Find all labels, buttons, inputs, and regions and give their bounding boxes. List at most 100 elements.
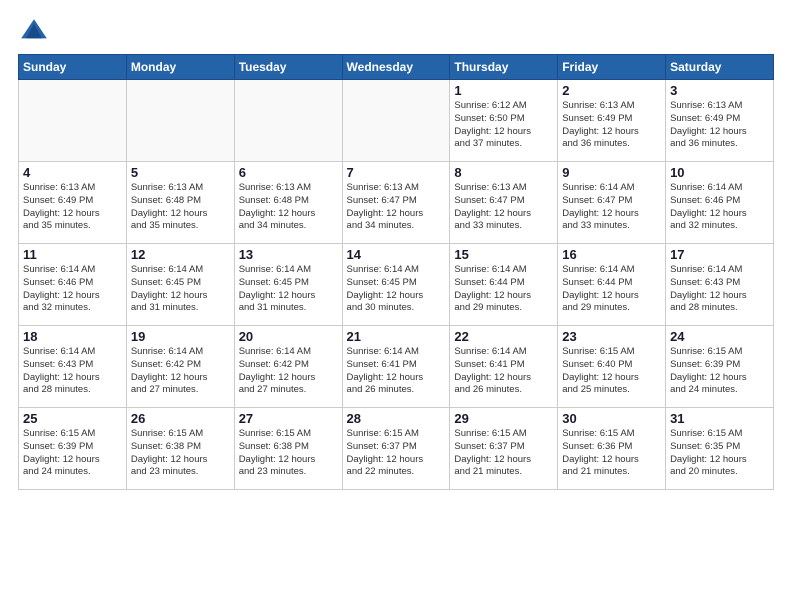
day-number: 10 (670, 165, 769, 180)
weekday-header-monday: Monday (126, 55, 234, 80)
day-number: 13 (239, 247, 338, 262)
week-row-3: 11 Sunrise: 6:14 AM Sunset: 6:46 PM Dayli… (19, 244, 774, 326)
day-info: Sunrise: 6:15 AM Sunset: 6:37 PM Dayligh… (347, 428, 446, 479)
day-info: Sunrise: 6:15 AM Sunset: 6:35 PM Dayligh… (670, 428, 769, 479)
calendar-cell: 3 Sunrise: 6:13 AM Sunset: 6:49 PM Daylig… (666, 80, 774, 162)
day-number: 2 (562, 83, 661, 98)
day-number: 22 (454, 329, 553, 344)
calendar-cell: 20Sunrise: 6:14 AM Sunset: 6:42 PM Dayli… (234, 326, 342, 408)
calendar-cell: 23 Sunrise: 6:15 AM Sunset: 6:40 PM Dayli… (558, 326, 666, 408)
calendar-cell: 27 Sunrise: 6:15 AM Sunset: 6:38 PM Dayli… (234, 408, 342, 490)
weekday-header-friday: Friday (558, 55, 666, 80)
calendar-cell: 4Sunrise: 6:13 AM Sunset: 6:49 PM Daylig… (19, 162, 127, 244)
day-number: 29 (454, 411, 553, 426)
weekday-header-row: SundayMondayTuesdayWednesdayThursdayFrid… (19, 55, 774, 80)
calendar-cell: 8 Sunrise: 6:13 AM Sunset: 6:47 PM Daylig… (450, 162, 558, 244)
day-info: Sunrise: 6:14 AM Sunset: 6:44 PM Dayligh… (454, 264, 553, 315)
calendar-cell: 6 Sunrise: 6:13 AM Sunset: 6:48 PM Daylig… (234, 162, 342, 244)
day-number: 19 (131, 329, 230, 344)
calendar-cell: 30 Sunrise: 6:15 AM Sunset: 6:36 PM Dayli… (558, 408, 666, 490)
day-number: 21 (347, 329, 446, 344)
calendar-cell (19, 80, 127, 162)
day-number: 15 (454, 247, 553, 262)
calendar-cell: 5 Sunrise: 6:13 AM Sunset: 6:48 PM Daylig… (126, 162, 234, 244)
header (18, 16, 774, 48)
day-number: 9 (562, 165, 661, 180)
calendar-cell (234, 80, 342, 162)
calendar-cell: 18 Sunrise: 6:14 AM Sunset: 6:43 PM Dayli… (19, 326, 127, 408)
day-info: Sunrise: 6:14 AM Sunset: 6:46 PM Dayligh… (670, 182, 769, 233)
day-info: Sunrise: 6:13 AM Sunset: 6:49 PM Dayligh… (670, 100, 769, 151)
calendar-cell: 21 Sunrise: 6:14 AM Sunset: 6:41 PM Dayli… (342, 326, 450, 408)
day-info: Sunrise: 6:15 AM Sunset: 6:39 PM Dayligh… (23, 428, 122, 479)
calendar-cell: 17 Sunrise: 6:14 AM Sunset: 6:43 PM Dayli… (666, 244, 774, 326)
week-row-1: 1Sunrise: 6:12 AM Sunset: 6:50 PM Daylig… (19, 80, 774, 162)
day-info: Sunrise: 6:13 AM Sunset: 6:48 PM Dayligh… (239, 182, 338, 233)
calendar-cell: 28 Sunrise: 6:15 AM Sunset: 6:37 PM Dayli… (342, 408, 450, 490)
logo-area (18, 16, 54, 48)
calendar-cell: 29 Sunrise: 6:15 AM Sunset: 6:37 PM Dayli… (450, 408, 558, 490)
day-info: Sunrise: 6:12 AM Sunset: 6:50 PM Dayligh… (454, 100, 553, 151)
day-info: Sunrise: 6:14 AM Sunset: 6:47 PM Dayligh… (562, 182, 661, 233)
day-info: Sunrise: 6:14 AM Sunset: 6:43 PM Dayligh… (670, 264, 769, 315)
calendar-cell: 16Sunrise: 6:14 AM Sunset: 6:44 PM Dayli… (558, 244, 666, 326)
calendar-cell: 25 Sunrise: 6:15 AM Sunset: 6:39 PM Dayli… (19, 408, 127, 490)
day-info: Sunrise: 6:15 AM Sunset: 6:38 PM Dayligh… (239, 428, 338, 479)
week-row-5: 25 Sunrise: 6:15 AM Sunset: 6:39 PM Dayli… (19, 408, 774, 490)
calendar-cell: 22 Sunrise: 6:14 AM Sunset: 6:41 PM Dayli… (450, 326, 558, 408)
day-number: 18 (23, 329, 122, 344)
calendar-cell: 31 Sunrise: 6:15 AM Sunset: 6:35 PM Dayli… (666, 408, 774, 490)
day-number: 16 (562, 247, 661, 262)
day-number: 23 (562, 329, 661, 344)
day-number: 26 (131, 411, 230, 426)
weekday-header-wednesday: Wednesday (342, 55, 450, 80)
day-number: 31 (670, 411, 769, 426)
page: SundayMondayTuesdayWednesdayThursdayFrid… (0, 0, 792, 502)
day-info: Sunrise: 6:15 AM Sunset: 6:36 PM Dayligh… (562, 428, 661, 479)
day-info: Sunrise: 6:13 AM Sunset: 6:47 PM Dayligh… (454, 182, 553, 233)
day-info: Sunrise: 6:13 AM Sunset: 6:49 PM Dayligh… (562, 100, 661, 151)
day-number: 6 (239, 165, 338, 180)
day-number: 8 (454, 165, 553, 180)
day-info: Sunrise: 6:14 AM Sunset: 6:41 PM Dayligh… (454, 346, 553, 397)
day-number: 24 (670, 329, 769, 344)
logo-icon (18, 16, 50, 48)
day-info: Sunrise: 6:14 AM Sunset: 6:43 PM Dayligh… (23, 346, 122, 397)
calendar-cell: 2 Sunrise: 6:13 AM Sunset: 6:49 PM Daylig… (558, 80, 666, 162)
day-info: Sunrise: 6:15 AM Sunset: 6:40 PM Dayligh… (562, 346, 661, 397)
week-row-2: 4Sunrise: 6:13 AM Sunset: 6:49 PM Daylig… (19, 162, 774, 244)
day-info: Sunrise: 6:13 AM Sunset: 6:49 PM Dayligh… (23, 182, 122, 233)
day-info: Sunrise: 6:15 AM Sunset: 6:37 PM Dayligh… (454, 428, 553, 479)
calendar-table: SundayMondayTuesdayWednesdayThursdayFrid… (18, 54, 774, 490)
calendar-cell: 19 Sunrise: 6:14 AM Sunset: 6:42 PM Dayli… (126, 326, 234, 408)
day-info: Sunrise: 6:14 AM Sunset: 6:46 PM Dayligh… (23, 264, 122, 315)
day-number: 11 (23, 247, 122, 262)
day-number: 25 (23, 411, 122, 426)
day-info: Sunrise: 6:13 AM Sunset: 6:48 PM Dayligh… (131, 182, 230, 233)
day-number: 27 (239, 411, 338, 426)
calendar-cell: 7Sunrise: 6:13 AM Sunset: 6:47 PM Daylig… (342, 162, 450, 244)
day-info: Sunrise: 6:14 AM Sunset: 6:42 PM Dayligh… (131, 346, 230, 397)
calendar-cell (342, 80, 450, 162)
day-info: Sunrise: 6:14 AM Sunset: 6:45 PM Dayligh… (347, 264, 446, 315)
week-row-4: 18 Sunrise: 6:14 AM Sunset: 6:43 PM Dayli… (19, 326, 774, 408)
day-info: Sunrise: 6:13 AM Sunset: 6:47 PM Dayligh… (347, 182, 446, 233)
day-number: 3 (670, 83, 769, 98)
day-info: Sunrise: 6:14 AM Sunset: 6:41 PM Dayligh… (347, 346, 446, 397)
day-number: 5 (131, 165, 230, 180)
day-number: 17 (670, 247, 769, 262)
weekday-header-saturday: Saturday (666, 55, 774, 80)
weekday-header-tuesday: Tuesday (234, 55, 342, 80)
day-number: 28 (347, 411, 446, 426)
calendar-cell (126, 80, 234, 162)
calendar-cell: 13 Sunrise: 6:14 AM Sunset: 6:45 PM Dayli… (234, 244, 342, 326)
day-number: 14 (347, 247, 446, 262)
calendar-cell: 11 Sunrise: 6:14 AM Sunset: 6:46 PM Dayli… (19, 244, 127, 326)
calendar-cell: 26Sunrise: 6:15 AM Sunset: 6:38 PM Dayli… (126, 408, 234, 490)
calendar-cell: 10 Sunrise: 6:14 AM Sunset: 6:46 PM Dayli… (666, 162, 774, 244)
weekday-header-thursday: Thursday (450, 55, 558, 80)
calendar-cell: 12Sunrise: 6:14 AM Sunset: 6:45 PM Dayli… (126, 244, 234, 326)
day-number: 30 (562, 411, 661, 426)
calendar-cell: 24Sunrise: 6:15 AM Sunset: 6:39 PM Dayli… (666, 326, 774, 408)
day-info: Sunrise: 6:14 AM Sunset: 6:45 PM Dayligh… (239, 264, 338, 315)
